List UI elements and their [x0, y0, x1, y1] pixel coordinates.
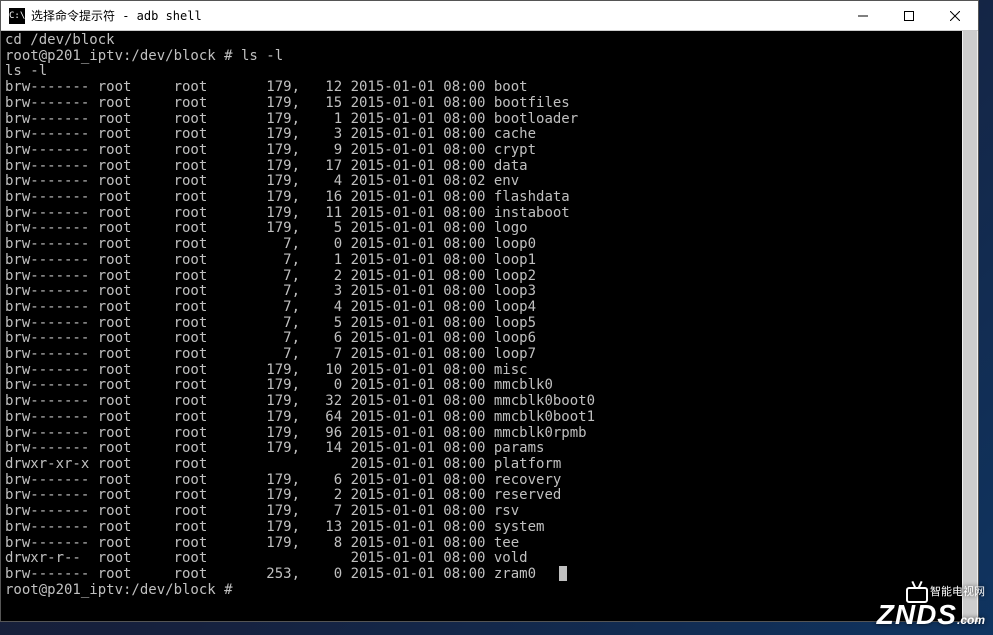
cmd-icon: C:\: [9, 8, 25, 24]
window-controls: [840, 1, 978, 30]
maximize-icon: [904, 11, 914, 21]
minimize-icon: [858, 11, 868, 21]
minimize-button[interactable]: [840, 1, 886, 30]
watermark-top-text: 智能电视网: [930, 586, 985, 598]
maximize-button[interactable]: [886, 1, 932, 30]
cmd-window: C:\ 选择命令提示符 - adb shell cd /dev/block ro…: [0, 0, 979, 622]
terminal-output[interactable]: cd /dev/block root@p201_iptv:/dev/block …: [1, 31, 978, 621]
watermark-logo: 智能电视网 ZNDS.com: [877, 587, 985, 629]
scrollbar[interactable]: [962, 31, 978, 622]
window-title: 选择命令提示符 - adb shell: [31, 7, 840, 24]
text-cursor: [559, 566, 567, 581]
titlebar[interactable]: C:\ 选择命令提示符 - adb shell: [1, 1, 978, 31]
watermark-suffix: .com: [957, 613, 985, 627]
scrollbar-thumb[interactable]: [963, 31, 977, 622]
watermark-main-text: ZNDS: [877, 599, 957, 630]
close-button[interactable]: [932, 1, 978, 30]
desktop-background: C:\ 选择命令提示符 - adb shell cd /dev/block ro…: [0, 0, 993, 635]
close-icon: [950, 11, 960, 21]
